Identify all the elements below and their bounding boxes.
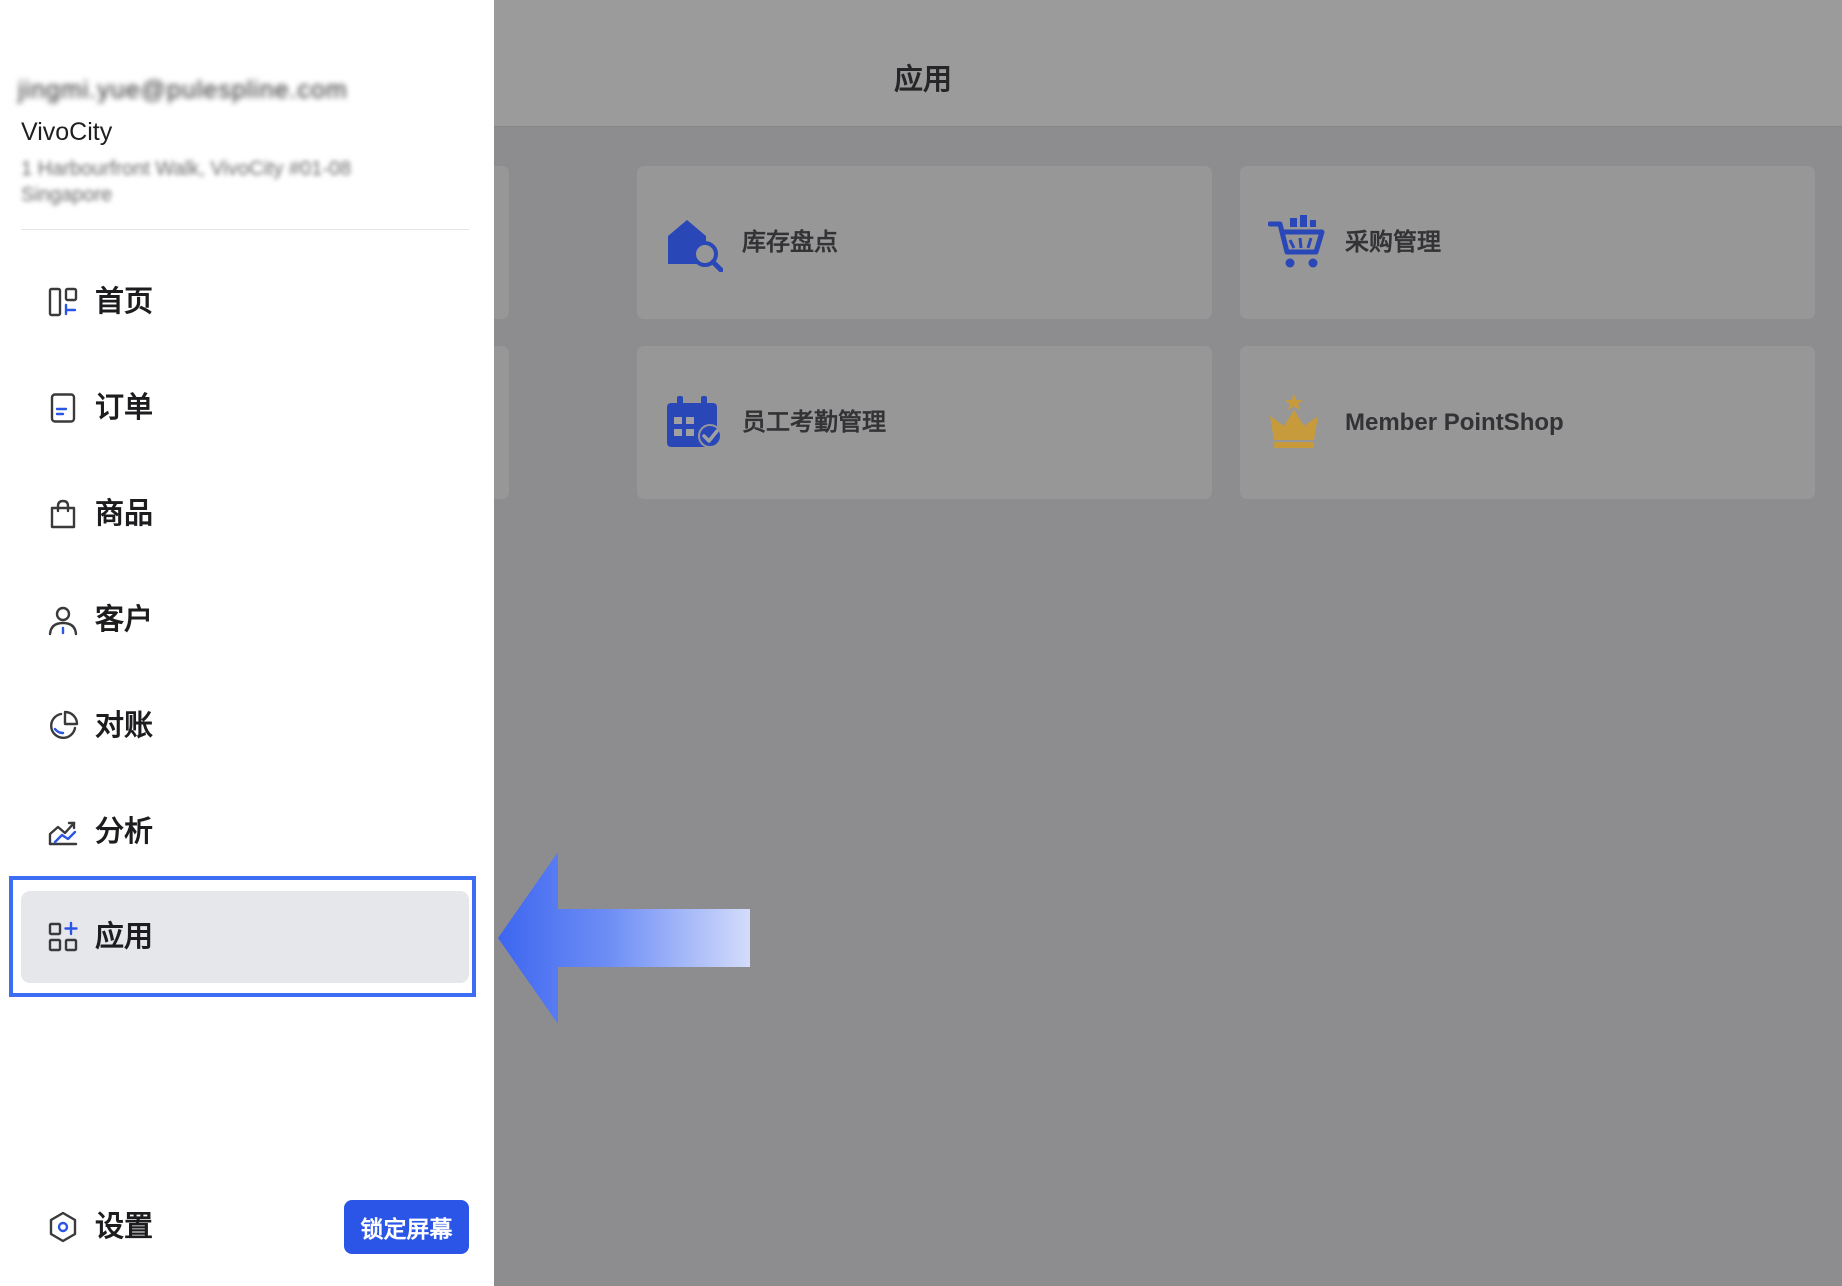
apps-grid-icon: [48, 921, 78, 952]
sidebar-item-apps[interactable]: 应用: [21, 891, 469, 983]
profile-divider: [21, 229, 469, 230]
sidebar-item-label: 首页: [95, 286, 154, 318]
shopping-bag-icon: [50, 499, 76, 529]
sidebar-item-customers[interactable]: 客户: [21, 574, 469, 666]
sidebar-item-home[interactable]: 首页: [21, 256, 469, 348]
profile-address: 1 Harbourfront Walk, VivoCity #01-08 Sin…: [21, 158, 352, 206]
app-card-label: Member PointShop: [1345, 409, 1564, 436]
sidebar-item-label: 商品: [95, 498, 154, 530]
shopping-cart-icon: [1268, 215, 1325, 268]
sidebar-item-label: 应用: [95, 921, 154, 953]
sidebar: jingmi.yue@pulespline.com VivoCity 1 Har…: [0, 0, 494, 1286]
order-document-icon: [50, 393, 76, 423]
app-root: 应用 库存盘点 采购管理 员工考勤管理 Member PointShop jin…: [0, 0, 1842, 1286]
user-icon: [48, 606, 78, 636]
app-card-member-pointshop[interactable]: Member PointShop: [1240, 346, 1815, 499]
app-card-attendance[interactable]: 员工考勤管理: [637, 346, 1212, 499]
app-card-purchase[interactable]: 采购管理: [1240, 166, 1815, 319]
app-card-label: 员工考勤管理: [742, 409, 886, 436]
sidebar-item-label: 分析: [95, 816, 154, 848]
attendance-calendar-icon: [667, 396, 722, 448]
lock-screen-button[interactable]: 锁定屏幕: [344, 1200, 469, 1254]
sidebar-item-label: 订单: [95, 392, 154, 424]
profile-store-name: VivoCity: [21, 118, 113, 146]
settings-hex-icon: [49, 1211, 77, 1243]
sidebar-item-products[interactable]: 商品: [21, 468, 469, 560]
profile-email: jingmi.yue@pulespline.com: [18, 76, 348, 104]
app-card-label: 采购管理: [1345, 229, 1441, 256]
app-card-inventory[interactable]: 库存盘点: [637, 166, 1212, 319]
app-card-label: 库存盘点: [742, 229, 838, 256]
trend-chart-icon: [48, 821, 78, 846]
sidebar-item-analytics[interactable]: 分析: [21, 786, 469, 878]
sidebar-item-label: 客户: [95, 604, 154, 636]
sidebar-item-label: 对账: [95, 710, 154, 742]
crown-icon: [1270, 394, 1318, 448]
sidebar-item-label: 设置: [95, 1211, 154, 1243]
sidebar-item-orders[interactable]: 订单: [21, 362, 469, 454]
dashboard-icon: [48, 287, 78, 317]
arrow-left-icon: [498, 852, 750, 1024]
inventory-search-icon: [668, 220, 723, 272]
pie-chart-icon: [50, 710, 79, 739]
sidebar-item-reconciliation[interactable]: 对账: [21, 680, 469, 772]
